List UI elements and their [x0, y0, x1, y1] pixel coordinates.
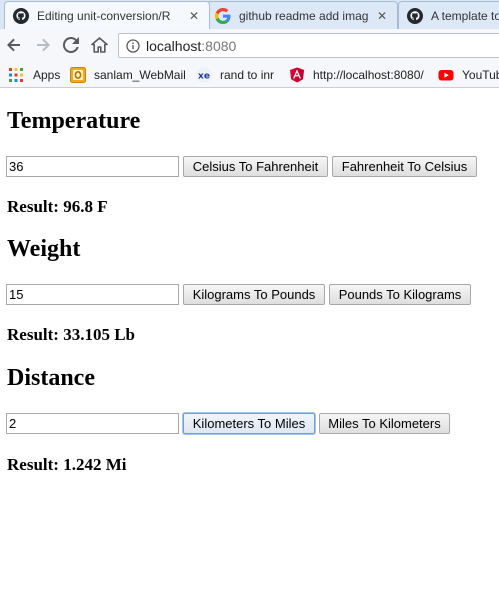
tab-title: Editing unit-conversion/R: [37, 8, 171, 23]
svg-text:xe: xe: [198, 71, 210, 81]
google-icon: [215, 7, 231, 24]
home-button[interactable]: [88, 34, 110, 56]
weight-result: Result: 33.105 Lb: [7, 325, 135, 344]
tab-editing-unit-conversion[interactable]: Editing unit-conversion/R ✕: [4, 1, 210, 29]
angular-icon: [290, 67, 304, 82]
bookmark-rand-to-inr[interactable]: xe rand to inr: [196, 66, 274, 83]
celsius-to-fahrenheit-button[interactable]: Celsius To Fahrenheit: [183, 156, 328, 177]
bookmark-youtube[interactable]: YouTub: [438, 66, 499, 83]
distance-result: Result: 1.242 Mi: [7, 455, 127, 474]
tab-title: github readme add imag: [239, 8, 369, 23]
back-arrow-icon: [7, 38, 20, 52]
tab-title: A template to: [431, 8, 499, 23]
info-icon[interactable]: [126, 38, 140, 53]
forward-arrow-icon: [37, 38, 50, 52]
miles-to-kilometers-button[interactable]: Miles To Kilometers: [319, 413, 450, 434]
github-icon: [13, 7, 29, 24]
temperature-heading: Temperature: [7, 108, 141, 134]
xe-icon: xe: [196, 66, 212, 83]
kilometers-to-miles-button[interactable]: Kilometers To Miles: [183, 413, 315, 434]
distance-heading: Distance: [7, 365, 95, 391]
reload-button[interactable]: [60, 34, 82, 56]
bookmark-localhost[interactable]: http://localhost:8080/: [289, 66, 424, 83]
github-icon: [407, 7, 423, 24]
url-text: localhost:8080: [146, 38, 236, 54]
home-icon: [90, 37, 108, 53]
reload-icon: [63, 37, 79, 53]
apps-grid-icon: [9, 67, 23, 82]
distance-input[interactable]: [6, 413, 179, 434]
back-button[interactable]: [3, 34, 25, 56]
kilograms-to-pounds-button[interactable]: Kilograms To Pounds: [183, 284, 325, 305]
tab-close-icon[interactable]: ✕: [375, 9, 389, 23]
temperature-result: Result: 96.8 F: [7, 197, 108, 216]
youtube-icon: [438, 69, 454, 80]
pounds-to-kilograms-button[interactable]: Pounds To Kilograms: [329, 284, 471, 305]
forward-button[interactable]: [32, 34, 54, 56]
url-host: localhost: [146, 37, 202, 54]
browser-toolbar: localhost:8080: [0, 29, 499, 61]
fahrenheit-to-celsius-button[interactable]: Fahrenheit To Celsius: [332, 156, 477, 177]
outlook-icon: [70, 66, 86, 83]
tab-template[interactable]: A template to: [398, 1, 499, 29]
url-port: :8080: [201, 37, 237, 54]
temperature-input[interactable]: [6, 156, 179, 177]
weight-input[interactable]: [6, 284, 179, 305]
address-bar[interactable]: localhost:8080: [118, 33, 499, 58]
weight-heading: Weight: [7, 236, 81, 262]
bookmark-label: Apps: [33, 67, 61, 82]
page-content: Temperature Celsius To Fahrenheit Fahren…: [0, 88, 499, 591]
bookmark-label: sanlam_WebMail: [94, 67, 186, 82]
bookmark-label: rand to inr: [220, 67, 275, 82]
bookmark-label: http://localhost:8080/: [313, 67, 424, 82]
bookmark-sanlam-webmail[interactable]: sanlam_WebMail: [70, 66, 186, 83]
tab-strip: Editing unit-conversion/R ✕ github readm…: [0, 0, 499, 29]
bookmark-label: YouTub: [462, 67, 499, 82]
bookmark-apps[interactable]: Apps: [8, 66, 60, 83]
bookmarks-bar: Apps sanlam_WebMail xe rand to inr http:…: [0, 61, 499, 88]
tab-close-icon[interactable]: ✕: [187, 9, 201, 23]
tab-github-readme-search[interactable]: github readme add imag ✕: [206, 1, 398, 29]
